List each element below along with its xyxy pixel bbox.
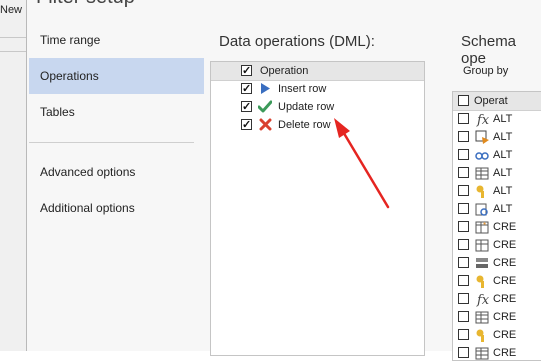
- schema-item-checkbox[interactable]: [458, 311, 469, 322]
- table-icon: [474, 345, 490, 360]
- list-item-label: Update row: [278, 101, 335, 113]
- schema-list-item[interactable]: fx ALT: [453, 110, 541, 128]
- schema-item-label: CRE: [493, 221, 517, 233]
- list-item-label: Delete row: [278, 119, 331, 131]
- schema-list-item[interactable]: ALT: [453, 164, 541, 182]
- function-icon: fx: [474, 291, 490, 308]
- view-icon: [474, 201, 490, 217]
- schema-item-label: ALT: [493, 131, 513, 143]
- schema-header-row[interactable]: Operat: [453, 92, 541, 111]
- schema-item-label: CRE: [493, 239, 517, 251]
- key-icon: [474, 183, 490, 199]
- link-icon: [474, 147, 490, 163]
- schema-item-checkbox[interactable]: [458, 167, 469, 178]
- divider: [0, 51, 26, 52]
- schema-item-checkbox[interactable]: [458, 347, 469, 358]
- dml-operations-list[interactable]: Operation Insert row Update row Delete r…: [210, 61, 425, 356]
- server-icon: [474, 255, 490, 271]
- schema-list-item[interactable]: CRE: [453, 236, 541, 254]
- nav-item-label: Operations: [40, 69, 99, 83]
- check-mark-icon: [258, 99, 272, 113]
- nav-item-label: Advanced options: [40, 165, 136, 179]
- nav-item-advanced-options[interactable]: Advanced options: [29, 154, 204, 190]
- nav-item-label: Additional options: [40, 201, 135, 215]
- select-all-checkbox[interactable]: [241, 62, 252, 80]
- function-icon: fx: [474, 111, 490, 128]
- schema-item-checkbox[interactable]: [458, 293, 469, 304]
- select-all-checkbox[interactable]: [458, 95, 469, 106]
- new-label: New: [0, 4, 23, 16]
- schema-item-checkbox[interactable]: [458, 257, 469, 268]
- table-icon: [474, 165, 490, 181]
- schema-item-checkbox[interactable]: [458, 275, 469, 286]
- schema-item-label: CRE: [493, 311, 517, 323]
- key-icon: [474, 327, 490, 343]
- svg-text:*: *: [483, 221, 486, 230]
- nav-separator: [29, 142, 194, 143]
- schema-list-item[interactable]: CRE: [453, 254, 541, 272]
- svg-text:fx: fx: [476, 113, 490, 127]
- schema-item-checkbox[interactable]: [458, 239, 469, 250]
- schema-item-checkbox[interactable]: [458, 221, 469, 232]
- schema-item-checkbox[interactable]: [458, 203, 469, 214]
- schema-list-item[interactable]: ALT: [453, 146, 541, 164]
- schema-item-label: ALT: [493, 167, 513, 179]
- schema-item-label: CRE: [493, 257, 517, 269]
- schema-item-label: CRE: [493, 275, 517, 287]
- schema-item-label: ALT: [493, 113, 513, 125]
- column-header-operation: Operat: [474, 95, 508, 107]
- schema-item-label: ALT: [493, 185, 513, 197]
- list-item-label: Insert row: [278, 83, 327, 95]
- divider: [0, 37, 26, 38]
- red-x-icon: [258, 117, 272, 131]
- schema-list-item[interactable]: ALT: [453, 128, 541, 146]
- background-strip: New: [0, 0, 26, 351]
- delete-row-checkbox[interactable]: [241, 116, 252, 134]
- trigger-icon: [474, 129, 490, 145]
- nav-item-label: Time range: [40, 33, 101, 47]
- dml-section-title: Data operations (DML):: [219, 33, 375, 50]
- schema-list-item[interactable]: CRE: [453, 326, 541, 344]
- schema-item-label: CRE: [493, 347, 517, 359]
- table-icon: [474, 309, 490, 325]
- svg-text:fx: fx: [476, 293, 490, 307]
- schema-item-checkbox[interactable]: [458, 329, 469, 340]
- nav-item-additional-options[interactable]: Additional options: [29, 190, 204, 226]
- schema-item-label: CRE: [493, 293, 517, 305]
- schema-list-item[interactable]: CRE: [453, 344, 541, 360]
- schema-item-checkbox[interactable]: [458, 113, 469, 124]
- schema-item-label: ALT: [493, 203, 513, 215]
- schema-item-checkbox[interactable]: [458, 185, 469, 196]
- play-triangle-icon: [258, 81, 272, 95]
- schema-item-checkbox[interactable]: [458, 131, 469, 142]
- index-icon: [474, 237, 490, 253]
- schema-section-title: Schema ope: [461, 33, 517, 67]
- schema-list-item[interactable]: CRE: [453, 272, 541, 290]
- schema-list-item[interactable]: ALT: [453, 200, 541, 218]
- schema-operations-list[interactable]: Operat fx ALT ALT ALT ALT ALT ALT * CRE CRE CRE CRE…: [452, 91, 541, 361]
- update-row-checkbox[interactable]: [241, 98, 252, 116]
- schema-list-item[interactable]: CRE: [453, 308, 541, 326]
- schema-list-item[interactable]: fx CRE: [453, 290, 541, 308]
- column-header-operation: Operation: [260, 65, 309, 77]
- table-create-icon: *: [474, 219, 490, 235]
- nav-item-time-range[interactable]: Time range: [29, 22, 204, 58]
- nav-item-label: Tables: [40, 105, 75, 119]
- group-by-label: Group by: [463, 65, 509, 77]
- insert-row-checkbox[interactable]: [241, 80, 252, 98]
- schema-list-item[interactable]: ALT: [453, 182, 541, 200]
- schema-list-item[interactable]: * CRE: [453, 218, 541, 236]
- dialog-title: Filter setup: [36, 0, 135, 9]
- schema-item-label: CRE: [493, 329, 517, 341]
- key-icon: [474, 273, 490, 289]
- dml-header-row[interactable]: Operation: [211, 62, 424, 81]
- nav-item-operations[interactable]: Operations: [29, 58, 204, 94]
- schema-item-label: ALT: [493, 149, 513, 161]
- schema-item-checkbox[interactable]: [458, 149, 469, 160]
- nav-item-tables[interactable]: Tables: [29, 94, 204, 130]
